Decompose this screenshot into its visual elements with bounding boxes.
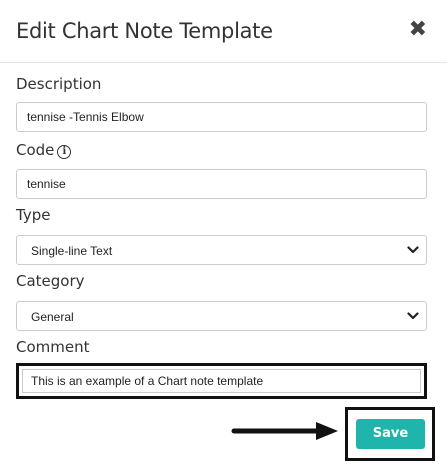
type-label: Type (16, 206, 51, 224)
save-highlight-frame: Save (345, 407, 435, 461)
type-select[interactable]: Single-line Text (16, 235, 427, 265)
arrow-right-icon (231, 422, 338, 440)
code-input[interactable] (16, 169, 427, 199)
description-label: Description (16, 75, 102, 93)
comment-highlight-frame (16, 363, 427, 399)
code-label: Code (16, 141, 55, 159)
edit-chart-note-template-dialog: Edit Chart Note Template ✖ Description C… (0, 0, 447, 474)
category-select[interactable]: General (16, 301, 427, 331)
chevron-down-icon (407, 246, 419, 254)
info-icon[interactable]: i (57, 145, 72, 159)
category-selected-value: General (31, 310, 74, 324)
description-input[interactable] (16, 102, 427, 132)
category-label: Category (16, 272, 85, 290)
comment-input[interactable] (22, 369, 421, 393)
chevron-down-icon (407, 312, 419, 320)
save-button[interactable]: Save (356, 419, 425, 449)
code-label-row: Code i (16, 141, 72, 159)
dialog-title: Edit Chart Note Template (16, 19, 273, 43)
dialog-header: Edit Chart Note Template ✖ (0, 0, 447, 63)
close-icon[interactable]: ✖ (409, 18, 427, 42)
type-selected-value: Single-line Text (31, 244, 113, 258)
comment-label: Comment (16, 338, 90, 356)
